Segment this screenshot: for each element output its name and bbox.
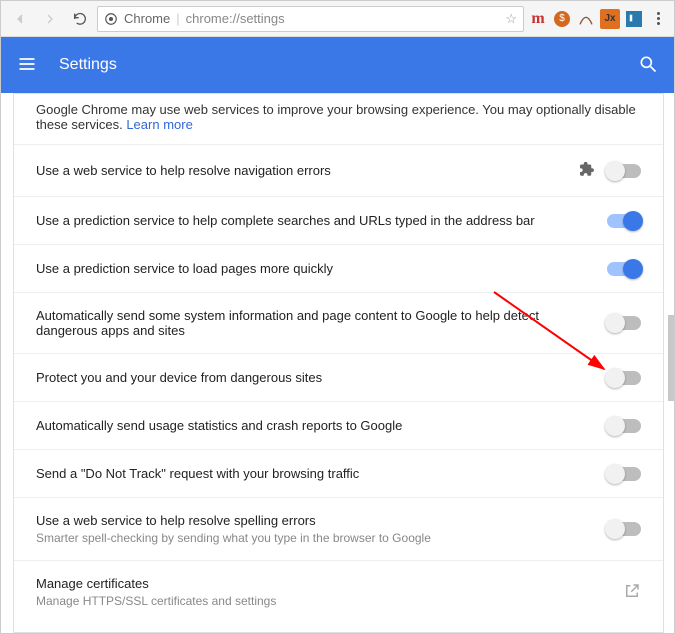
settings-row-title: Protect you and your device from dangero… [36,370,595,385]
settings-row-title: Use a web service to help resolve naviga… [36,163,565,178]
settings-row-label: Send a "Do Not Track" request with your … [36,466,595,481]
settings-row-label: Protect you and your device from dangero… [36,370,595,385]
settings-row-title: Manage certificates [36,576,611,591]
settings-row: Send a "Do Not Track" request with your … [14,449,663,497]
settings-row-title: Use a prediction service to load pages m… [36,261,595,276]
settings-row: Use a web service to help resolve naviga… [14,144,663,196]
settings-row-label: Automatically send usage statistics and … [36,418,595,433]
back-button[interactable] [7,6,33,32]
settings-row-label: Manage certificates Manage HTTPS/SSL cert… [36,576,611,608]
chrome-menu-button[interactable] [648,12,668,25]
settings-row-label: Use a web service to help resolve spelli… [36,513,595,545]
privacy-intro: Google Chrome may use web services to im… [14,94,663,144]
settings-row-subtitle: Smarter spell-checking by sending what y… [36,531,595,545]
settings-row-label: Use a prediction service to help complet… [36,213,595,228]
toggle-switch[interactable] [607,467,641,481]
omnibox-text: Chrome | chrome://settings [124,11,285,26]
settings-row: Automatically send some system informati… [14,292,663,353]
settings-header: Settings [1,37,674,93]
settings-row-label: Use a web service to help resolve naviga… [36,163,565,178]
toggle-switch[interactable] [607,371,641,385]
settings-row-label: Use a prediction service to load pages m… [36,261,595,276]
settings-row-title: Automatically send some system informati… [36,308,595,338]
site-icon [104,12,118,26]
learn-more-link[interactable]: Learn more [126,117,192,132]
scrollbar-thumb[interactable] [668,315,674,401]
settings-content: Google Chrome may use web services to im… [13,93,664,633]
toggle-switch[interactable] [607,316,641,330]
toggle-switch[interactable] [607,164,641,178]
page-title: Settings [59,56,117,74]
omnibox-label: Chrome [124,11,170,26]
extension-icon[interactable] [624,9,644,29]
toggle-switch[interactable] [607,214,641,228]
extension-icon[interactable]: m [528,9,548,29]
settings-row-subtitle: Manage HTTPS/SSL certificates and settin… [36,594,611,608]
extension-managed-icon [577,160,595,181]
settings-row: Protect you and your device from dangero… [14,353,663,401]
forward-button[interactable] [37,6,63,32]
open-external-icon[interactable] [623,582,641,603]
reload-button[interactable] [67,6,93,32]
omnibox-url: chrome://settings [186,11,285,26]
menu-icon[interactable] [17,54,37,77]
settings-row: Automatically send usage statistics and … [14,401,663,449]
bookmark-star-icon[interactable]: ☆ [505,11,517,27]
settings-row: Use a prediction service to help complet… [14,196,663,244]
settings-row[interactable]: Manage certificates Manage HTTPS/SSL cert… [14,560,663,623]
settings-row-title: Use a web service to help resolve spelli… [36,513,595,528]
toggle-switch[interactable] [607,419,641,433]
browser-toolbar: Chrome | chrome://settings ☆ m $ Jx [1,1,674,37]
toggle-switch[interactable] [607,522,641,536]
settings-row-title: Automatically send usage statistics and … [36,418,595,433]
extension-icon[interactable] [576,9,596,29]
extension-icon[interactable]: Jx [600,9,620,29]
settings-row-label: Automatically send some system informati… [36,308,595,338]
settings-row-title: Use a prediction service to help complet… [36,213,595,228]
settings-row: Use a prediction service to load pages m… [14,244,663,292]
search-icon[interactable] [638,54,658,77]
settings-row-title: Send a "Do Not Track" request with your … [36,466,595,481]
settings-row: Use a web service to help resolve spelli… [14,497,663,560]
toggle-switch[interactable] [607,262,641,276]
address-bar[interactable]: Chrome | chrome://settings ☆ [97,6,524,32]
extension-icon[interactable]: $ [552,9,572,29]
